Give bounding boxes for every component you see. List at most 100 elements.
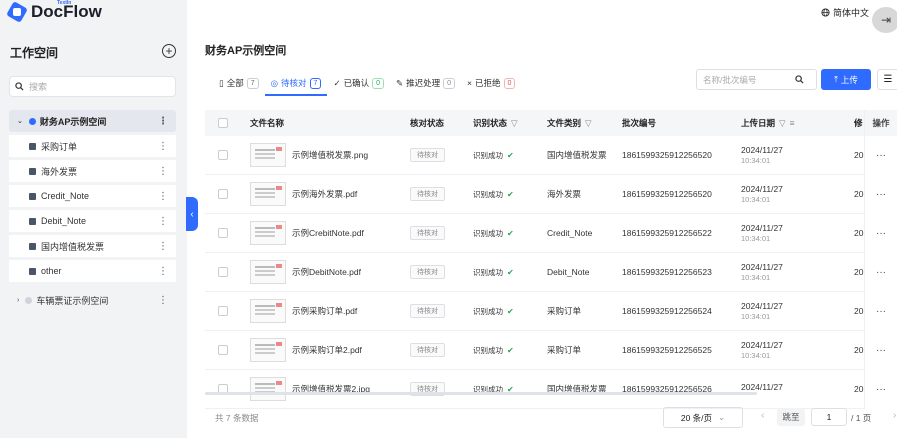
file-name[interactable]: 示例采购订单.pdf <box>292 305 357 317</box>
batch-number: 1861599325912256526 <box>622 384 712 394</box>
col-label: 识别状态 <box>473 118 508 128</box>
more-icon[interactable]: ⋮ <box>158 116 168 127</box>
sidebar-item-vat-invoice[interactable]: 国内增值税发票 ⋮ <box>9 235 176 257</box>
mod-cell: 20 <box>854 175 864 213</box>
sidebar-item-overseas-invoice[interactable]: 海外发票 ⋮ <box>9 160 176 182</box>
checkbox[interactable] <box>218 306 228 316</box>
sidebar-item-label: 采购订单 <box>41 141 78 152</box>
file-cell[interactable]: 示例增值税发票2.jpg <box>250 370 370 408</box>
sidebar-item-purchase-order[interactable]: 采购订单 ⋮ <box>9 135 176 157</box>
page-size-select[interactable]: 20 条/页 ⌄ <box>663 407 743 428</box>
tree-root-vehicle[interactable]: › 车辆票证示例空间 ⋮ <box>9 289 176 311</box>
checkbox[interactable] <box>218 189 228 199</box>
more-icon[interactable]: ⋮ <box>158 166 168 177</box>
search-icon[interactable] <box>795 75 804 84</box>
more-icon[interactable]: ⋮ <box>158 266 168 277</box>
file-name[interactable]: 示例增值税发票.png <box>292 149 368 161</box>
file-search[interactable] <box>696 69 817 90</box>
row-checkbox[interactable] <box>218 175 228 213</box>
chevron-down-icon[interactable]: ⌄ <box>17 117 23 125</box>
file-name[interactable]: 示例DebitNote.pdf <box>292 266 361 278</box>
language-switch[interactable]: 简体中文 <box>821 6 869 19</box>
more-actions-button[interactable]: ··· <box>864 331 897 370</box>
table-row[interactable]: 示例增值税发票.png 待核对 识别成功 ✔ 国内增值税发票 18615993259122… <box>205 136 897 175</box>
tab-confirmed[interactable]: ✓ 已确认 0 <box>327 71 390 95</box>
filter-icon[interactable]: ▽ <box>585 118 592 129</box>
add-workspace-button[interactable]: + <box>162 44 176 58</box>
tab-rejected[interactable]: × 已拒绝 0 <box>461 71 521 95</box>
sidebar-item-credit-note[interactable]: Credit_Note ⋮ <box>9 185 176 207</box>
check-icon: ✔ <box>507 150 514 160</box>
check-icon: ✔ <box>507 267 514 277</box>
recog-cell: 识别成功 ✔ <box>473 253 514 291</box>
checkbox[interactable] <box>218 118 228 128</box>
more-actions-button[interactable]: ··· <box>864 175 897 214</box>
file-cell[interactable]: 示例采购订单2.pdf <box>250 331 362 369</box>
more-actions-button[interactable]: ··· <box>864 253 897 292</box>
checkbox[interactable] <box>218 228 228 238</box>
file-type: 采购订单 <box>547 345 582 355</box>
file-search-input[interactable] <box>703 74 795 85</box>
mod-cell: 20 <box>854 136 864 174</box>
tab-all[interactable]: ▯ 全部 7 <box>213 71 265 95</box>
row-checkbox[interactable] <box>218 253 228 291</box>
sidebar-item-other[interactable]: other ⋮ <box>9 260 176 282</box>
table-row[interactable]: 示例DebitNote.pdf 待核对 识别成功 ✔ Debit_Note 1861599… <box>205 253 897 292</box>
sort-icon[interactable]: ≡ <box>790 118 795 128</box>
checkbox[interactable] <box>218 345 228 355</box>
more-icon[interactable]: ⋮ <box>158 295 168 306</box>
file-cell[interactable]: 示例增值税发票.png <box>250 136 368 174</box>
file-thumbnail[interactable] <box>250 299 286 323</box>
file-thumbnail[interactable] <box>250 221 286 245</box>
file-cell[interactable]: 示例DebitNote.pdf <box>250 253 361 291</box>
file-name[interactable]: 示例CrebitNote.pdf <box>292 227 364 239</box>
column-settings-button[interactable]: ☰ <box>877 69 897 90</box>
row-checkbox[interactable] <box>218 370 228 408</box>
row-checkbox[interactable] <box>218 136 228 174</box>
logout-button[interactable]: ⇥ <box>872 7 897 33</box>
tab-postponed[interactable]: ✎ 推迟处理 0 <box>390 71 461 95</box>
file-thumbnail[interactable] <box>250 338 286 362</box>
row-checkbox[interactable] <box>218 331 228 369</box>
more-actions-button[interactable]: ··· <box>864 136 897 175</box>
table-row[interactable]: 示例海外发票.pdf 待核对 识别成功 ✔ 海外发票 186159932591225652… <box>205 175 897 214</box>
checkbox[interactable] <box>218 150 228 160</box>
next-page-button[interactable]: › <box>893 410 896 421</box>
tree-root-finance[interactable]: ⌄ 财务AP示例空间 ⋮ <box>9 110 176 132</box>
filter-icon[interactable]: ▽ <box>511 118 518 129</box>
file-name[interactable]: 示例采购订单2.pdf <box>292 344 362 356</box>
more-icon[interactable]: ⋮ <box>158 241 168 252</box>
file-cell[interactable]: 示例CrebitNote.pdf <box>250 214 364 252</box>
row-checkbox[interactable] <box>218 214 228 252</box>
sidebar-item-debit-note[interactable]: Debit_Note ⋮ <box>9 210 176 232</box>
file-cell[interactable]: 示例海外发票.pdf <box>250 175 357 213</box>
file-thumbnail[interactable] <box>250 377 286 401</box>
tab-count: 7 <box>309 77 322 89</box>
more-icon[interactable]: ⋮ <box>158 141 168 152</box>
chevron-right-icon[interactable]: › <box>17 297 19 304</box>
table-row[interactable]: 示例采购订单2.pdf 待核对 识别成功 ✔ 采购订单 18615993259122565… <box>205 331 897 370</box>
filter-icon[interactable]: ▽ <box>779 118 786 129</box>
horizontal-scrollbar[interactable] <box>205 392 757 395</box>
verify-cell: 待核对 <box>410 253 445 291</box>
workspace-search[interactable] <box>9 76 176 97</box>
more-icon[interactable]: ⋮ <box>158 191 168 202</box>
prev-page-button[interactable]: ‹ <box>761 410 764 421</box>
more-actions-button[interactable]: ··· <box>864 214 897 253</box>
file-name[interactable]: 示例海外发票.pdf <box>292 188 357 200</box>
tab-pending[interactable]: ◎ 待核对 7 <box>264 71 328 96</box>
row-checkbox[interactable] <box>218 292 228 330</box>
page-input[interactable]: 1 <box>811 408 847 426</box>
file-cell[interactable]: 示例采购订单.pdf <box>250 292 357 330</box>
workspace-search-input[interactable] <box>29 81 159 92</box>
file-thumbnail[interactable] <box>250 182 286 206</box>
file-thumbnail[interactable] <box>250 260 286 284</box>
table-row[interactable]: 示例采购订单.pdf 待核对 识别成功 ✔ 采购订单 186159932591225652… <box>205 292 897 331</box>
select-all-checkbox[interactable] <box>218 110 228 136</box>
file-thumbnail[interactable] <box>250 143 286 167</box>
checkbox[interactable] <box>218 267 228 277</box>
more-actions-button[interactable]: ··· <box>864 292 897 331</box>
table-row[interactable]: 示例CrebitNote.pdf 待核对 识别成功 ✔ Credit_Note 18615… <box>205 214 897 253</box>
more-icon[interactable]: ⋮ <box>158 216 168 227</box>
upload-button[interactable]: ⤒ 上传 <box>821 69 871 90</box>
